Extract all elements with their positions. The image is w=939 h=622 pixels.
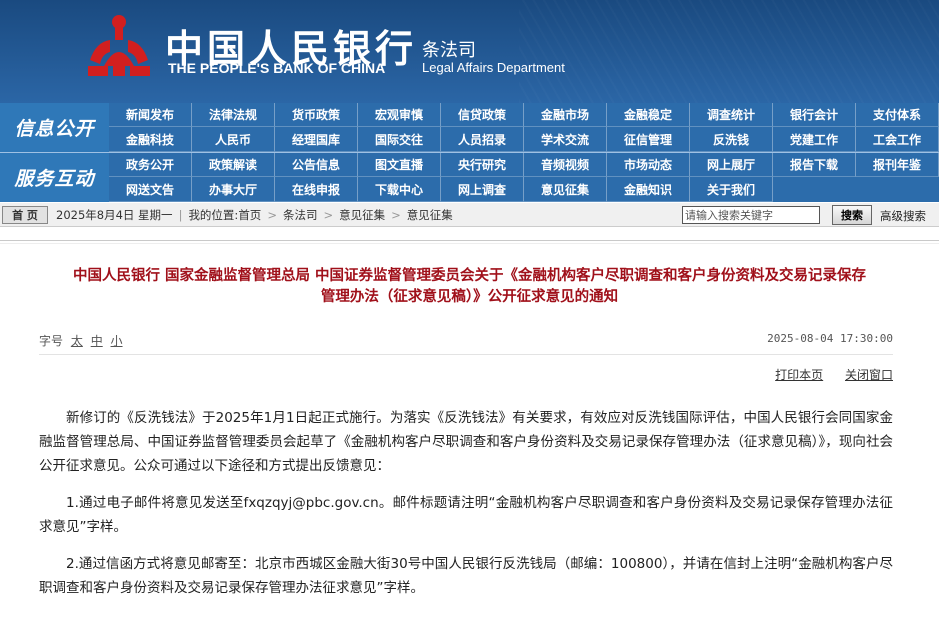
nav-info-item[interactable]: 调查统计: [690, 103, 773, 127]
article-title-line: 中国人民银行 国家金融监督管理总局 中国证券监督管理委员会关于《金融机构客户尽职…: [72, 268, 867, 284]
nav-service-item[interactable]: 音频视频: [524, 153, 607, 177]
nav-info-item[interactable]: 金融市场: [524, 103, 607, 127]
chevron-right-icon: >: [391, 207, 401, 222]
nav-info-item[interactable]: 银行会计: [773, 103, 856, 127]
chevron-right-icon: >: [323, 207, 334, 222]
nav-info-item[interactable]: 征信管理: [607, 127, 690, 152]
separator: |: [178, 207, 183, 222]
print-link[interactable]: 打印本页: [775, 368, 823, 382]
breadcrumb-section[interactable]: 意见征集: [339, 207, 385, 223]
nav-service-item[interactable]: 关于我们: [690, 177, 773, 202]
breadcrumb-dept[interactable]: 条法司: [283, 207, 318, 223]
advanced-search-link[interactable]: 高级搜索: [880, 208, 926, 224]
nav-info-item[interactable]: 法律法规: [192, 103, 275, 127]
nav-service-item[interactable]: 网上展厅: [690, 153, 773, 177]
nav-section-label: 服务互动: [0, 153, 109, 202]
dept-name-cn: 条法司: [422, 40, 476, 61]
article-body: 新修订的《反洗钱法》于2025年1月1日起正式施行。为落实《反洗钱法》有关要求，…: [39, 406, 893, 613]
nav-section-label: 信息公开: [0, 103, 109, 152]
font-size-small[interactable]: 小: [111, 334, 123, 348]
nav-grid-service: 政务公开 政策解读 公告信息 图文直播 央行研究 音频视频 市场动态 网上展厅 报告下载 报刊年鉴…: [109, 153, 939, 202]
chevron-right-icon: >: [267, 207, 277, 222]
banner-pattern: [519, 0, 939, 103]
breadcrumb-bar: 首 页 2025年8月4日 星期一 | 我的位置: 首页 > 条法司 > 意见征…: [0, 203, 939, 227]
font-size-large[interactable]: 太: [71, 334, 83, 348]
divider: [39, 354, 893, 355]
nav-info-item[interactable]: 反洗钱: [690, 127, 773, 152]
nav-service-item[interactable]: 市场动态: [607, 153, 690, 177]
main-nav: 信息公开 新闻发布 法律法规 货币政策 宏观审慎 信贷政策 金融市场 金融稳定 调查统计 银行会…: [0, 103, 939, 202]
font-size-medium[interactable]: 中: [91, 334, 103, 348]
publish-date: 2025-08-04 17:30:00: [767, 332, 893, 345]
nav-section-service: 服务互动 政务公开 政策解读 公告信息 图文直播 央行研究 音频视频 市场动态 网上展厅 报告下…: [0, 153, 939, 202]
nav-info-item[interactable]: 金融科技: [109, 127, 192, 152]
nav-info-item[interactable]: 新闻发布: [109, 103, 192, 127]
nav-info-item[interactable]: 人民币: [192, 127, 275, 152]
nav-service-item[interactable]: 在线申报: [275, 177, 358, 202]
nav-service-item[interactable]: 网送文告: [109, 177, 192, 202]
nav-service-item[interactable]: 央行研究: [441, 153, 524, 177]
article-paragraph: 1.通过电子邮件将意见发送至fxqzqyj@pbc.gov.cn。邮件标题请注明…: [39, 495, 893, 535]
nav-info-item[interactable]: 经理国库: [275, 127, 358, 152]
article-title: 中国人民银行 国家金融监督管理总局 中国证券监督管理委员会关于《金融机构客户尽职…: [0, 266, 939, 308]
search-button[interactable]: 搜索: [832, 205, 872, 225]
divider: [0, 240, 939, 244]
breadcrumb-home[interactable]: 首页: [238, 207, 261, 223]
nav-info-item[interactable]: 金融稳定: [607, 103, 690, 127]
font-size-switch: 字号 太 中 小: [39, 334, 123, 348]
nav-service-item[interactable]: 报告下载: [773, 153, 856, 177]
nav-service-item[interactable]: 公告信息: [275, 153, 358, 177]
nav-info-item[interactable]: 工会工作: [856, 127, 939, 152]
nav-info-item[interactable]: 党建工作: [773, 127, 856, 152]
nav-info-item[interactable]: 宏观审慎: [358, 103, 441, 127]
nav-info-item[interactable]: 货币政策: [275, 103, 358, 127]
nav-section-info: 信息公开 新闻发布 法律法规 货币政策 宏观审慎 信贷政策 金融市场 金融稳定 调查统计 银行会…: [0, 103, 939, 152]
nav-info-item[interactable]: 信贷政策: [441, 103, 524, 127]
article-paragraph: 新修订的《反洗钱法》于2025年1月1日起正式施行。为落实《反洗钱法》有关要求，…: [39, 410, 893, 474]
dept-name-en: Legal Affairs Department: [422, 60, 565, 75]
header-banner: 中国人民银行 THE PEOPLE'S BANK OF CHINA 条法司 Le…: [0, 0, 939, 103]
breadcrumb-current[interactable]: 意见征集: [407, 207, 453, 223]
nav-service-item[interactable]: 报刊年鉴: [856, 153, 939, 177]
nav-service-item[interactable]: 下载中心: [358, 177, 441, 202]
nav-service-item[interactable]: 图文直播: [358, 153, 441, 177]
nav-info-item[interactable]: 学术交流: [524, 127, 607, 152]
nav-service-item[interactable]: 意见征集: [524, 177, 607, 202]
nav-service-item[interactable]: 政务公开: [109, 153, 192, 177]
location-label: 我的位置:: [188, 207, 239, 222]
search-input[interactable]: [682, 206, 820, 224]
article-title-line: 管理办法（征求意见稿）》公开征求意见的通知: [320, 289, 619, 305]
nav-grid-info: 新闻发布 法律法规 货币政策 宏观审慎 信贷政策 金融市场 金融稳定 调查统计 银行会计 支付体系…: [109, 103, 939, 152]
home-button[interactable]: 首 页: [2, 205, 48, 224]
article-meta: 字号 太 中 小 2025-08-04 17:30:00: [39, 332, 893, 349]
article-paragraph: 2.通过信函方式将意见邮寄至：北京市西城区金融大街30号中国人民银行反洗钱局（邮…: [39, 556, 893, 596]
bank-name-en: THE PEOPLE'S BANK OF CHINA: [168, 60, 386, 76]
nav-info-item[interactable]: 国际交往: [358, 127, 441, 152]
nav-service-item[interactable]: 金融知识: [607, 177, 690, 202]
nav-service-item[interactable]: 网上调查: [441, 177, 524, 202]
article-actions: 打印本页 关闭窗口: [757, 366, 893, 383]
current-date: 2025年8月4日 星期一: [56, 207, 173, 222]
nav-info-item[interactable]: 人员招录: [441, 127, 524, 152]
nav-info-item[interactable]: 支付体系: [856, 103, 939, 127]
font-size-label: 字号: [39, 334, 64, 348]
close-window-link[interactable]: 关闭窗口: [845, 368, 893, 382]
nav-service-item[interactable]: 办事大厅: [192, 177, 275, 202]
pboc-emblem-icon[interactable]: [84, 12, 154, 82]
nav-service-item[interactable]: 政策解读: [192, 153, 275, 177]
